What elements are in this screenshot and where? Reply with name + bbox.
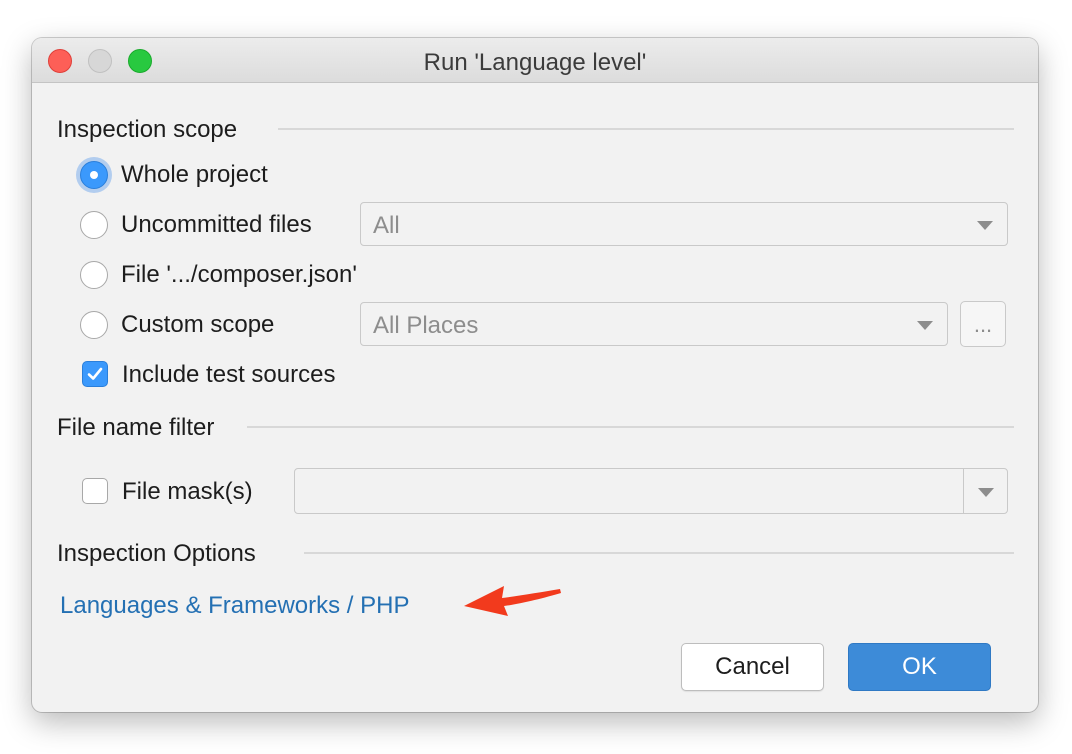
languages-frameworks-php-link[interactable]: Languages & Frameworks / PHP [60,592,410,620]
radio-label-custom-scope: Custom scope [121,311,275,338]
section-inspection-options: Inspection Options [57,540,256,567]
separator [247,426,1014,428]
uncommitted-files-dropdown[interactable]: All [360,202,1008,246]
dropdown-value: All Places [373,312,479,339]
separator [304,552,1014,554]
browse-scope-button[interactable]: ... [960,301,1006,347]
chevron-down-icon [977,221,993,230]
dropdown-value: All [373,212,400,239]
radio-label-file: File '.../composer.json' [121,261,357,288]
dialog-window: Run 'Language level' Inspection scope Wh… [32,38,1038,712]
ok-button[interactable]: OK [848,643,991,691]
window-title: Run 'Language level' [423,49,647,76]
radio-label-whole-project: Whole project [121,161,268,188]
annotation-arrow-icon [464,586,561,616]
checkbox-label-file-mask: File mask(s) [122,478,253,505]
radio-file[interactable] [80,261,108,289]
checkbox-label-include-test-sources: Include test sources [122,361,336,388]
section-inspection-scope: Inspection scope [57,116,238,143]
file-mask-combobox[interactable] [294,468,1008,514]
radio-custom-scope[interactable] [80,311,108,339]
custom-scope-dropdown[interactable]: All Places [360,302,948,346]
radio-uncommitted-files[interactable] [80,211,108,239]
radio-dot-icon [90,171,98,179]
cancel-button[interactable]: Cancel [681,643,824,691]
chevron-down-icon[interactable] [978,488,994,497]
separator [278,128,1014,130]
title-bar: Run 'Language level' [32,38,1038,83]
chevron-down-icon [917,321,933,330]
combo-divider [963,469,964,513]
checkmark-icon [87,367,103,380]
radio-label-uncommitted-files: Uncommitted files [121,211,312,238]
section-file-name-filter: File name filter [57,414,215,441]
checkbox-file-mask[interactable] [82,478,108,504]
checkbox-include-test-sources[interactable] [82,361,108,387]
radio-whole-project[interactable] [80,161,108,189]
